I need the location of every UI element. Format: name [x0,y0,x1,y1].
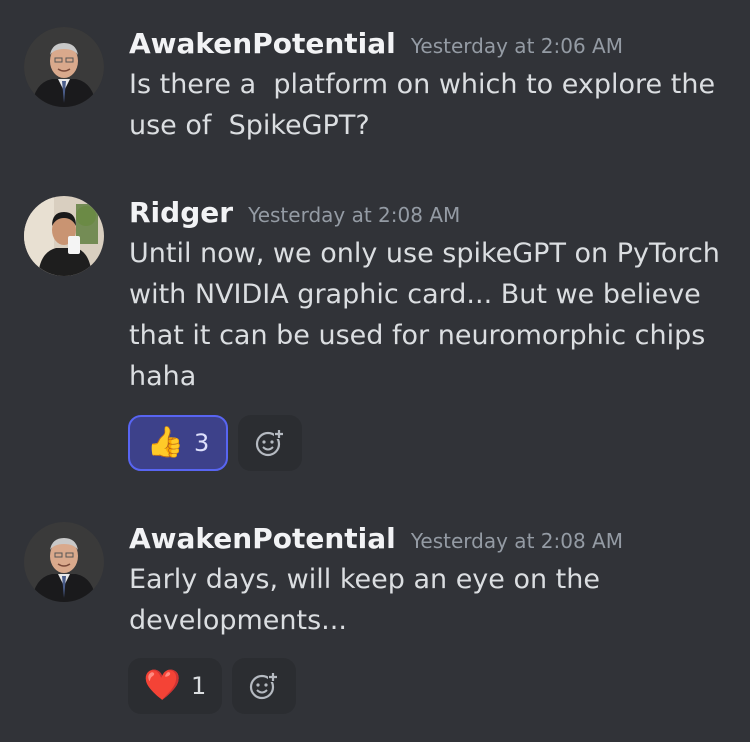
add-reaction-icon [255,429,284,457]
username[interactable]: AwakenPotential [129,27,396,60]
add-reaction-button[interactable] [238,415,302,471]
reactions-bar: ❤️ 1 [128,658,296,714]
message-body: AwakenPotential Yesterday at 2:08 AM Ear… [129,522,730,641]
message-text: Is there a platform on which to explore … [129,69,724,141]
message-text: Until now, we only use spikeGPT on PyTor… [129,238,720,392]
message-header: AwakenPotential Yesterday at 2:08 AM [129,522,730,556]
timestamp: Yesterday at 2:08 AM [410,529,623,553]
message-header: AwakenPotential Yesterday at 2:06 AM [129,27,730,61]
add-reaction-icon [249,672,278,700]
username[interactable]: Ridger [129,196,233,229]
reaction-count: 3 [194,429,210,457]
message-text: Early days, will keep an eye on the deve… [129,564,600,636]
thumbs-up-icon: 👍 [146,425,185,460]
timestamp: Yesterday at 2:08 AM [248,203,461,227]
timestamp: Yesterday at 2:06 AM [410,34,623,58]
message-header: Ridger Yesterday at 2:08 AM [129,196,730,230]
message-body: Ridger Yesterday at 2:08 AM Until now, w… [129,196,730,397]
message-body: AwakenPotential Yesterday at 2:06 AM Is … [129,27,730,146]
avatar[interactable] [24,522,104,602]
reaction-heart[interactable]: ❤️ 1 [128,658,222,714]
username[interactable]: AwakenPotential [129,522,396,555]
reaction-count: 1 [191,672,207,700]
reactions-bar: 👍 3 [128,415,302,471]
reaction-thumbs-up[interactable]: 👍 3 [128,415,228,471]
heart-icon: ❤️ [143,668,182,703]
avatar[interactable] [24,196,104,276]
avatar[interactable] [24,27,104,107]
add-reaction-button[interactable] [232,658,296,714]
chat-messages: AwakenPotential Yesterday at 2:06 AM Is … [0,0,750,742]
